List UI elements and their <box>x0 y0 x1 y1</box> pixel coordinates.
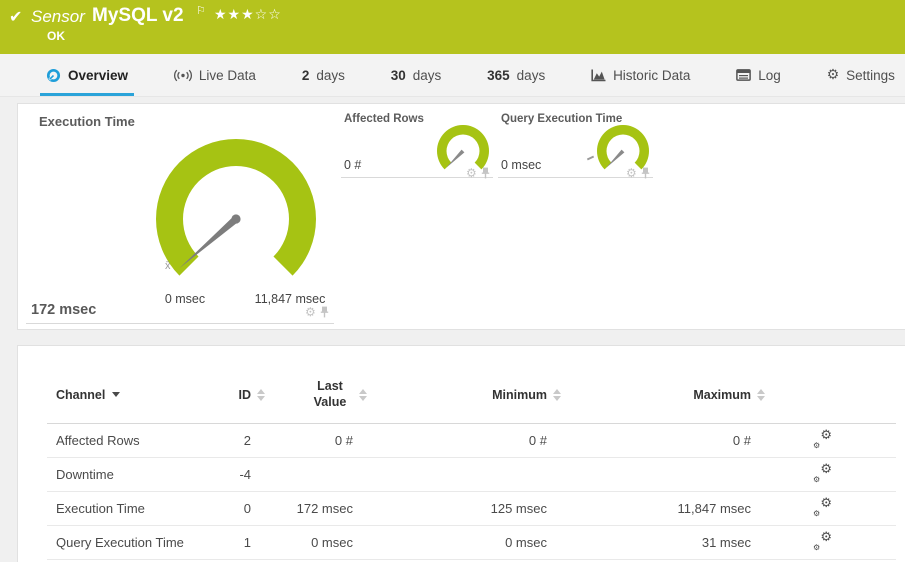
mini-gauge-title-affected-rows: Affected Rows <box>344 113 424 125</box>
channel-id: 1 <box>243 535 251 550</box>
channel-settings-icon[interactable]: ⚙ ⚙ <box>813 496 832 518</box>
minimum-value: 0 # <box>528 433 547 448</box>
channel-name[interactable]: Affected Rows <box>47 433 201 448</box>
gauge-max-label: 11,847 msec <box>254 292 326 306</box>
last-value: 0 # <box>334 433 353 448</box>
status-badge: OK <box>47 29 65 43</box>
column-label: Minimum <box>492 387 547 402</box>
channel-name[interactable]: Execution Time <box>47 501 201 516</box>
execution-time-gauge <box>156 139 316 276</box>
main-gauge-title: Execution Time <box>39 114 135 129</box>
tab-2-days[interactable]: 2 days <box>296 54 351 96</box>
gauge-min-label: 0 msec <box>164 292 206 306</box>
gear-icon[interactable]: ⚙ <box>466 167 477 179</box>
tile-actions: ⚙ <box>305 306 329 318</box>
channels-table: Channel ID Last Value Minimum Maximum Af… <box>47 346 896 560</box>
column-header-last-value[interactable]: Last Value <box>251 378 367 410</box>
tab-label: Log <box>758 67 781 83</box>
minimum-value: 0 msec <box>505 535 547 550</box>
tab-label: Live Data <box>198 67 256 83</box>
channel-name[interactable]: Query Execution Time <box>47 535 201 550</box>
maximum-value: 11,847 msec <box>677 501 751 516</box>
channel-id: -4 <box>239 467 251 482</box>
log-icon <box>736 69 752 81</box>
main-gauge-value: 172 msec <box>31 302 97 318</box>
sort-caret-icon <box>112 392 121 397</box>
tab-number: 30 <box>390 67 406 83</box>
tab-label: days <box>316 67 345 83</box>
gauges-panel: Execution Time x̄ 0 msec 11,847 msec 172… <box>17 103 905 330</box>
channel-settings-icon[interactable]: ⚙ ⚙ <box>813 462 832 484</box>
historic-chart-icon <box>591 69 606 81</box>
priority-stars[interactable]: ★★★☆☆ <box>214 7 282 23</box>
pin-icon[interactable] <box>481 167 490 179</box>
table-row: Downtime -4 ⚙ ⚙ <box>47 458 896 492</box>
stars-empty[interactable]: ☆☆ <box>255 7 282 23</box>
sensor-header: ✔ Sensor MySQL v2 ⚐ ★★★☆☆ OK <box>0 0 905 54</box>
status-check-icon: ✔ <box>9 7 23 26</box>
column-label: ID <box>238 387 252 402</box>
table-row: Affected Rows 2 0 # 0 # 0 # ⚙ ⚙ <box>47 424 896 458</box>
gear-icon[interactable]: ⚙ <box>626 167 637 179</box>
column-header-minimum[interactable]: Minimum <box>353 387 561 402</box>
tab-bar: Overview Live Data 2 days 30 days 365 da… <box>0 54 905 97</box>
column-label: Maximum <box>693 387 751 402</box>
column-label: Channel <box>56 387 106 402</box>
flag-icon[interactable]: ⚐ <box>196 4 206 17</box>
table-row: Query Execution Time 1 0 msec 0 msec 31 … <box>47 526 896 560</box>
tile-actions: ⚙ <box>466 167 490 179</box>
column-label: Last Value <box>313 378 347 409</box>
channel-settings-icon[interactable]: ⚙ ⚙ <box>813 428 832 450</box>
last-value: 0 msec <box>311 535 353 550</box>
column-header-maximum[interactable]: Maximum <box>547 387 765 402</box>
table-row: Execution Time 0 172 msec 125 msec 11,84… <box>47 492 896 526</box>
mini-gauge-value: 0 # <box>344 158 362 172</box>
channel-name[interactable]: Downtime <box>47 467 201 482</box>
tab-historic-data[interactable]: Historic Data <box>585 54 696 96</box>
gear-icon: ⚙ <box>826 67 840 83</box>
gauge-icon <box>46 68 61 82</box>
tab-label: Overview <box>68 67 129 83</box>
average-marker: x̄ <box>165 260 171 272</box>
channels-panel: Channel ID Last Value Minimum Maximum Af… <box>17 345 905 562</box>
tile-actions: ⚙ <box>626 167 650 179</box>
stars-filled[interactable]: ★★★ <box>214 7 255 23</box>
maximum-value: 31 msec <box>701 535 751 550</box>
tab-live-data[interactable]: Live Data <box>168 54 262 96</box>
mini-gauge-value: 0 msec <box>501 158 542 172</box>
tab-number: 2 <box>301 67 310 83</box>
tab-label: days <box>516 67 546 83</box>
minimum-value: 125 msec <box>490 501 547 516</box>
pin-icon[interactable] <box>641 167 650 179</box>
channel-id: 2 <box>243 433 251 448</box>
tab-30-days[interactable]: 30 days <box>385 54 448 96</box>
tab-overview[interactable]: Overview <box>40 54 134 96</box>
channel-id: 0 <box>243 501 251 516</box>
sensor-title: MySQL v2 <box>92 5 184 26</box>
maximum-value: 0 # <box>732 433 751 448</box>
column-header-channel[interactable]: Channel <box>47 388 201 402</box>
tab-settings[interactable]: ⚙ Settings <box>821 54 901 96</box>
tab-number: 365 <box>487 67 510 83</box>
mini-gauge-title-query-execution-time: Query Execution Time <box>501 113 623 125</box>
object-kind-label: Sensor <box>31 7 85 26</box>
tab-log[interactable]: Log <box>730 54 787 96</box>
last-value: 172 msec <box>296 501 353 516</box>
pin-icon[interactable] <box>320 306 329 318</box>
tile-divider <box>26 323 334 324</box>
tab-365-days[interactable]: 365 days <box>481 54 551 96</box>
column-header-id[interactable]: ID <box>201 387 265 402</box>
gear-icon[interactable]: ⚙ <box>305 306 316 318</box>
table-header-row: Channel ID Last Value Minimum Maximum <box>47 346 896 424</box>
sort-icon <box>756 388 765 401</box>
live-icon <box>173 69 192 81</box>
tab-label: Settings <box>846 67 895 83</box>
tab-label: Historic Data <box>613 67 691 83</box>
tab-label: days <box>412 67 442 83</box>
average-marker <box>586 155 595 161</box>
channel-settings-icon[interactable]: ⚙ ⚙ <box>813 530 832 552</box>
